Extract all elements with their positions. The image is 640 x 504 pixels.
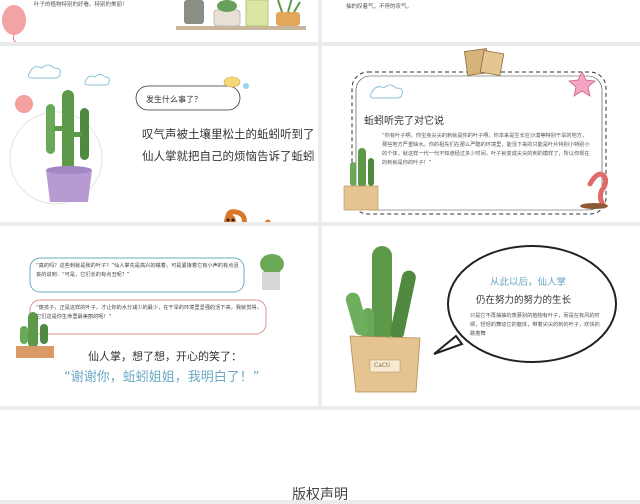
- cactus-illustration: [345, 246, 416, 342]
- slide2-caption: 抽的叹着气，不停的叹气。: [346, 4, 413, 10]
- balloon-icon: [15, 95, 33, 113]
- cactus-icon: [260, 254, 284, 290]
- story-line-1: 叹气声被土壤里松土的蚯蚓听到了: [142, 127, 315, 141]
- balloon-icon: [2, 5, 26, 35]
- slide-thumbnail-1[interactable]: 叶子的植物特别的好看。特别的美丽！: [0, 0, 318, 42]
- copyright-section: 版权声明: [0, 410, 640, 503]
- speech-bubble: 发生什么事了？: [146, 95, 202, 104]
- worm-illustration: [224, 209, 271, 222]
- slide1-caption: 叶子的植物特别的好看。特别的美丽！: [34, 2, 128, 8]
- slide-thumbnail-6[interactable]: CaCti 从此以后，仙人掌 仍在努力的努力的生长 只是它不再抽抽的羡慕别的植物…: [322, 226, 640, 406]
- slide-thumbnail-5[interactable]: “真的吗？这些刺就是我的叶子？”仙人掌先是高兴的嘴着，可是紧接着它有小声的有点沮…: [0, 226, 318, 406]
- slide-thumbnail-3[interactable]: 发生什么事了？ 叹气声被土壤里松土的蚯蚓听到了 仙人掌就把自己的烦恼告诉了蚯蚓: [0, 46, 318, 222]
- cloud-icon: [84, 74, 110, 86]
- slide-thumbnail-4[interactable]: 蚯蚓听完了对它说 “你有叶子啊，你宝身尖尖的刺就是你的叶子啊。你本来是生长在沙漠…: [322, 46, 640, 222]
- pot-icon: [46, 170, 92, 202]
- copyright-title: 版权声明: [292, 487, 348, 503]
- slide-title: 蚯蚓听完了对它说: [364, 116, 444, 127]
- cloud-icon: [27, 64, 61, 79]
- worm-reply: “你有叶子啊，你宝身尖尖的刺就是你的叶子啊。你本来是生长在沙漠等特别干旱的地方，…: [382, 133, 590, 166]
- story-line-1: 从此以后，仙人掌: [490, 277, 567, 288]
- story-line-2: 仙人掌就把自己的烦恼告诉了蚯蚓: [142, 149, 315, 163]
- pot-icon: [16, 346, 54, 358]
- story-line-2: 仍在努力的努力的生长: [476, 295, 572, 306]
- slide-thumbnail-2[interactable]: 抽的叹着气，不停的叹气。: [322, 0, 640, 42]
- story-line-1: 仙人掌，想了想，开心的笑了：: [88, 350, 242, 363]
- book-icon: [463, 48, 505, 77]
- story-line-2: “谢谢你，蚯蚓姐姐，我明白了！”: [64, 370, 260, 385]
- pot-label: CaCti: [374, 362, 391, 369]
- pot-icon: [343, 185, 379, 211]
- cactus-illustration: [46, 90, 89, 174]
- pot-icon: [184, 0, 204, 24]
- quote-2: “傻孩子，正是这样的叶子，才让你的水分减少的最少，在干旱的环境里坚强的活下来，我…: [36, 305, 262, 320]
- story-body: 只是它不再抽抽的羡慕别的植物有叶子，而是在有风的时候，轻轻的舞动它的躯体，带着尖…: [470, 313, 600, 337]
- quote-1: “真的吗？这些刺就是我的叶子？”仙人掌先是高兴的嘴着，可是紧接着它有小声的有点沮…: [36, 263, 239, 278]
